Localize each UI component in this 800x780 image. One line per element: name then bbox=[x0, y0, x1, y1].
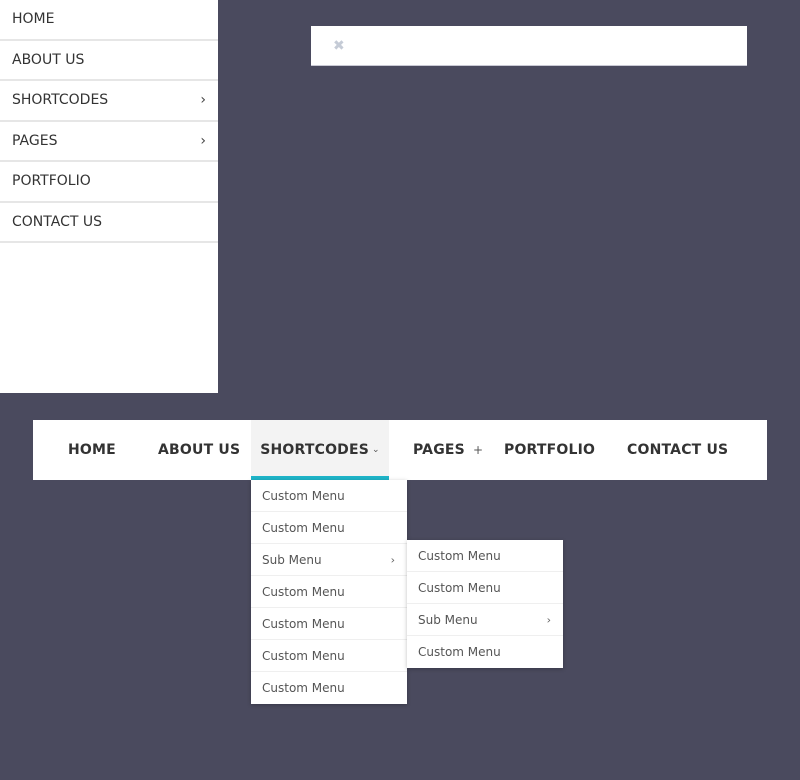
sidebar-item-label: ABOUT US bbox=[12, 51, 85, 68]
submenu-item[interactable]: Custom Menu bbox=[407, 636, 563, 668]
sidebar-item-shortcodes[interactable]: SHORTCODES › bbox=[0, 81, 218, 122]
sidebar-item-contact-us[interactable]: CONTACT US bbox=[0, 203, 218, 243]
main-navbar: HOME ABOUT US SHORTCODES ⌄ PAGES + PORTF… bbox=[33, 420, 767, 480]
sidebar-item-about-us[interactable]: ABOUT US bbox=[0, 41, 218, 81]
nav-item-pages[interactable]: PAGES + bbox=[413, 420, 483, 480]
shortcodes-dropdown: Custom Menu Custom Menu Sub Menu › Custo… bbox=[251, 480, 407, 704]
sidebar-item-label: HOME bbox=[12, 11, 55, 28]
dropdown-item-label: Sub Menu bbox=[262, 552, 322, 567]
chevron-down-icon: ⌄ bbox=[372, 445, 380, 455]
nav-item-label: SHORTCODES bbox=[260, 442, 370, 458]
sidebar-menu: HOME ABOUT US SHORTCODES › PAGES › PORTF… bbox=[0, 0, 218, 393]
nav-item-label: HOME bbox=[68, 442, 116, 458]
sidebar-item-label: CONTACT US bbox=[12, 213, 102, 230]
chevron-right-icon: › bbox=[546, 613, 551, 626]
submenu-dropdown: Custom Menu Custom Menu Sub Menu › Custo… bbox=[407, 540, 563, 668]
dropdown-item[interactable]: Custom Menu bbox=[251, 512, 407, 544]
nav-item-home[interactable]: HOME bbox=[68, 420, 116, 480]
submenu-item[interactable]: Custom Menu bbox=[407, 572, 563, 604]
nav-item-label: PAGES bbox=[413, 442, 465, 458]
submenu-item-label: Custom Menu bbox=[418, 645, 501, 659]
dropdown-item-label: Custom Menu bbox=[262, 616, 345, 631]
dropdown-item-label: Custom Menu bbox=[262, 648, 345, 663]
dropdown-item[interactable]: Custom Menu bbox=[251, 576, 407, 608]
submenu-item-submenu[interactable]: Sub Menu › bbox=[407, 604, 563, 636]
dropdown-item-submenu[interactable]: Sub Menu › bbox=[251, 544, 407, 576]
nav-item-label: CONTACT US bbox=[627, 442, 729, 458]
nav-item-label: ABOUT US bbox=[158, 442, 241, 458]
dropdown-item[interactable]: Custom Menu bbox=[251, 640, 407, 672]
submenu-item-label: Custom Menu bbox=[418, 580, 501, 595]
dropdown-item[interactable]: Custom Menu bbox=[251, 480, 407, 512]
dropdown-item-label: Custom Menu bbox=[262, 488, 345, 503]
search-bar[interactable]: ✖ bbox=[311, 26, 747, 66]
nav-item-about-us[interactable]: ABOUT US bbox=[158, 420, 240, 480]
close-icon[interactable]: ✖ bbox=[333, 39, 345, 53]
dropdown-item[interactable]: Custom Menu bbox=[251, 672, 407, 704]
plus-icon: + bbox=[472, 443, 484, 457]
submenu-item[interactable]: Custom Menu bbox=[407, 540, 563, 572]
dropdown-item-label: Custom Menu bbox=[262, 681, 345, 695]
sidebar-item-home[interactable]: HOME bbox=[0, 0, 218, 41]
sidebar-item-portfolio[interactable]: PORTFOLIO bbox=[0, 162, 218, 203]
chevron-right-icon[interactable]: › bbox=[200, 133, 206, 149]
sidebar-item-pages[interactable]: PAGES › bbox=[0, 122, 218, 162]
sidebar-item-label: PORTFOLIO bbox=[12, 173, 91, 190]
sidebar-item-label: PAGES bbox=[12, 132, 58, 149]
nav-item-shortcodes[interactable]: SHORTCODES ⌄ bbox=[251, 420, 389, 480]
chevron-right-icon: › bbox=[390, 553, 395, 566]
dropdown-item-label: Custom Menu bbox=[262, 520, 345, 535]
submenu-item-label: Custom Menu bbox=[418, 548, 501, 563]
nav-item-portfolio[interactable]: PORTFOLIO bbox=[504, 420, 595, 480]
nav-item-label: PORTFOLIO bbox=[504, 442, 596, 458]
chevron-right-icon[interactable]: › bbox=[200, 92, 206, 108]
nav-item-contact-us[interactable]: CONTACT US bbox=[627, 420, 728, 480]
sidebar-item-label: SHORTCODES bbox=[12, 92, 109, 109]
dropdown-item[interactable]: Custom Menu bbox=[251, 608, 407, 640]
dropdown-item-label: Custom Menu bbox=[262, 584, 345, 599]
submenu-item-label: Sub Menu bbox=[418, 612, 478, 627]
